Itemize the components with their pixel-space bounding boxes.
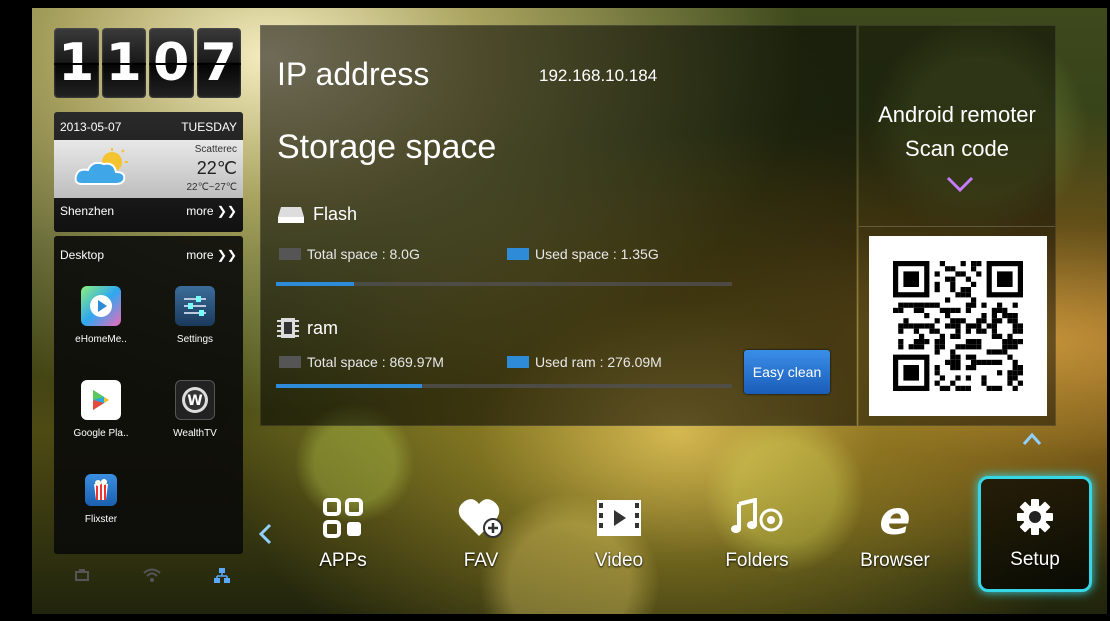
browser-icon: e [840, 494, 950, 542]
weather-more-link[interactable]: more ❯❯ [186, 204, 237, 218]
dock-label: Setup [1010, 549, 1060, 570]
weather-city: Shenzhen [60, 204, 115, 218]
dock-fav[interactable]: FAV [426, 488, 536, 598]
google-play-icon [81, 380, 121, 420]
video-icon [564, 494, 674, 542]
desktop-title: Desktop [60, 248, 105, 262]
ram-section-title: ram [277, 316, 338, 340]
weather-date: 2013-05-07 [60, 120, 122, 134]
flash-used: Used space : 1.35G [535, 246, 659, 262]
ram-total-legend: Total space : 869.97M [279, 354, 444, 370]
flash-label: Flash [313, 204, 358, 224]
dock-label: Video [594, 550, 644, 571]
qr-code-image [893, 261, 1023, 391]
flash-usage-fill [276, 282, 354, 286]
flash-total: Total space : 8.0G [307, 246, 420, 262]
app-ehomemedia[interactable]: eHomeMe.. [56, 286, 146, 345]
flash-section-title: Flash [277, 204, 357, 225]
app-google-play[interactable]: Google Pla.. [56, 380, 146, 439]
flixster-icon [85, 474, 117, 506]
clock-digit: 1 [54, 28, 99, 98]
chevron-left-icon[interactable] [258, 523, 272, 545]
dock-apps[interactable]: APPs [288, 488, 398, 598]
remote-title: Android remoter [878, 102, 1036, 127]
ip-address-label: IP address [277, 56, 430, 92]
app-settings[interactable]: Settings [150, 286, 240, 345]
weather-range: 22℃~27℃ [186, 182, 237, 193]
clock-digit: 7 [196, 28, 241, 98]
storage-space-title: Storage space [277, 128, 497, 166]
dock-label: FAV [463, 550, 499, 571]
flash-used-legend: Used space : 1.35G [507, 246, 659, 262]
ram-usage-fill [276, 384, 422, 388]
system-info-panel: IP address 192.168.10.184 Storage space … [260, 25, 857, 426]
weather-widget[interactable]: 2013-05-07 TUESDAY Scatterec 22℃ 22℃~27℃… [54, 112, 243, 232]
dock-label: Folders [725, 550, 789, 571]
app-wealthtv[interactable]: W WealthTV [150, 380, 240, 439]
app-label: Flixster [84, 514, 118, 525]
clock-digit: 0 [149, 28, 194, 98]
wealthtv-icon: W [175, 380, 215, 420]
remote-subtitle: Scan code [905, 136, 1009, 161]
ram-used: Used ram : 276.09M [535, 354, 662, 370]
app-label: eHomeMe.. [75, 334, 127, 345]
flash-usage-bar [276, 282, 732, 286]
flip-clock: 1 1 0 7 [54, 28, 241, 98]
ram-label: ram [307, 317, 338, 338]
ram-used-legend: Used ram : 276.09M [507, 354, 662, 370]
svg-text:W: W [187, 393, 202, 409]
divider [859, 226, 1055, 227]
chevron-down-icon [946, 176, 974, 193]
favorite-heart-icon [426, 494, 536, 542]
app-label: WealthTV [173, 428, 217, 439]
easy-clean-button[interactable]: Easy clean [744, 350, 830, 394]
dock-label: APPs [319, 550, 367, 571]
ram-usage-bar [276, 384, 732, 388]
clock-digit: 1 [101, 28, 146, 98]
ethernet-icon [202, 568, 242, 587]
ram-chip-icon [277, 318, 299, 338]
qr-code [869, 236, 1047, 416]
dock-browser[interactable]: e Browser [840, 488, 950, 598]
partly-cloudy-icon [74, 148, 128, 185]
weather-description: Scatterec [194, 144, 237, 155]
dock-label: Browser [860, 550, 930, 571]
weather-temperature: 22℃ [196, 158, 237, 178]
status-bar [62, 568, 242, 587]
gear-icon [981, 493, 1089, 541]
ehome-media-icon [81, 286, 121, 326]
dock-setup[interactable]: Setup [978, 476, 1092, 592]
usb-storage-icon [62, 568, 102, 587]
app-label: Settings [176, 334, 214, 345]
chevron-up-icon[interactable] [1022, 432, 1042, 446]
flash-drive-icon [278, 206, 304, 223]
desktop-more-link[interactable]: more ❯❯ [186, 248, 237, 262]
ip-address-value: 192.168.10.184 [539, 66, 658, 85]
weather-weekday: TUESDAY [181, 120, 237, 134]
android-remote-panel: Android remoter Scan code [858, 25, 1056, 426]
flash-total-legend: Total space : 8.0G [279, 246, 420, 262]
app-label: Google Pla.. [73, 428, 129, 439]
ram-total: Total space : 869.97M [307, 354, 444, 370]
dock-video[interactable]: Video [564, 488, 674, 598]
app-flixster[interactable]: Flixster [56, 474, 146, 525]
tv-launcher-screen: 1 1 0 7 2013-05-07 TUESDAY Scatterec 22℃… [32, 8, 1107, 614]
svg-text:e: e [879, 496, 910, 540]
desktop-panel: Desktop more ❯❯ eHomeMe.. Settings Googl… [54, 236, 243, 554]
dock-folders[interactable]: Folders [702, 488, 812, 598]
settings-app-icon [175, 286, 215, 326]
music-folder-icon [702, 494, 812, 542]
wifi-icon [132, 568, 172, 587]
apps-grid-icon [288, 494, 398, 542]
